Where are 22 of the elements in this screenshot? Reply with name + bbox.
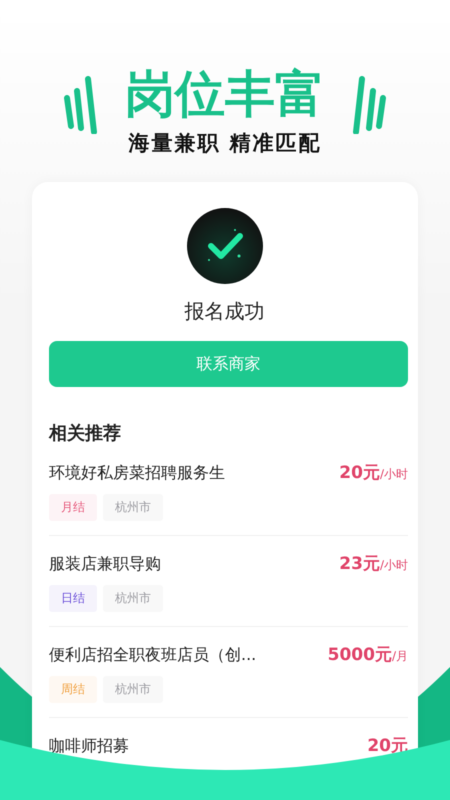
salary-unit: /月 [392,649,408,663]
job-salary: 5000元 [328,645,392,665]
banner-subtitle: 海量兼职 精准匹配 [128,130,322,157]
job-title: 咖啡师招募 [49,736,129,757]
tag: 月结 [49,494,97,521]
success-message: 报名成功 [184,298,264,325]
job-title: 便利店招全职夜班店员（创... [49,645,256,666]
job-salary: 23元 [339,554,380,574]
tag: 周结 [49,676,97,703]
check-icon [186,208,262,284]
banner-title: 岗位丰富 [125,65,325,123]
job-title: 环境好私房菜招聘服务生 [49,463,225,484]
job-title: 服装店兼职导购 [49,554,161,575]
salary-unit: /小时 [380,467,408,481]
job-salary: 20元 [339,463,380,483]
salary-unit: /小时 [380,558,408,572]
tag: 杭州市 [103,494,163,521]
section-heading: 相关推荐 [49,422,122,445]
tag: 杭州市 [103,676,163,703]
tag: 日结 [49,585,97,612]
contact-button[interactable]: 联系商家 [49,341,408,387]
tag: 杭州市 [103,585,163,612]
